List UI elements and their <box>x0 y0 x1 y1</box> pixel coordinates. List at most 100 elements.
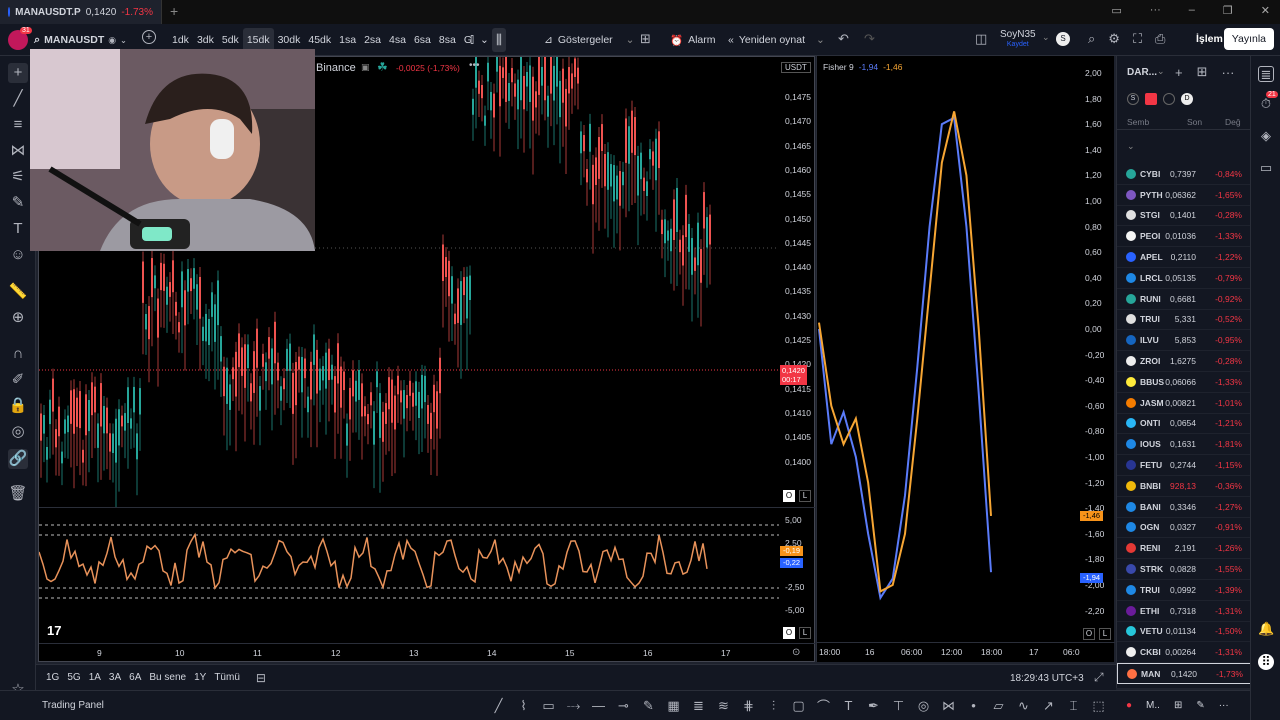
layout-icon[interactable]: ◫ <box>975 31 987 47</box>
pattern-icon[interactable]: ⋈ <box>8 141 28 161</box>
undo-icon[interactable]: ↶ <box>838 31 849 47</box>
add-symbol-icon[interactable]: + <box>142 30 156 44</box>
fisher-axis[interactable]: 2,00 1,80 1,60 1,40 1,20 1,00 0,80 0,60 0,40 0,20… <box>1077 56 1115 636</box>
chat-icon[interactable]: ▭ <box>1258 160 1274 176</box>
emoji-icon[interactable]: ☺ <box>8 245 28 265</box>
col-last[interactable]: Son <box>1187 117 1225 127</box>
interval-1sa[interactable]: 1sa <box>335 28 360 52</box>
watchlist-row[interactable]: ILVU 5,853 -0,95% <box>1117 330 1251 352</box>
col-symbol[interactable]: Semb <box>1127 117 1187 127</box>
line-icon[interactable]: ╱ <box>486 698 511 714</box>
watchlist-row[interactable]: RENI 2,191 -1,26% <box>1117 538 1251 560</box>
watchlist-row[interactable]: ONTI 0,0654 -1,21% <box>1117 414 1251 435</box>
note-icon[interactable]: ▭ <box>536 698 561 714</box>
magnet-icon[interactable]: ∩ <box>8 344 28 364</box>
watchlist-row[interactable]: FETU 0,2744 -1,15% <box>1117 455 1251 476</box>
more-icon[interactable]: ••• <box>469 60 480 71</box>
filter-dot-icon[interactable] <box>1163 93 1175 105</box>
time-axis[interactable]: 9 10 11 12 13 14 15 16 17 <box>39 643 815 661</box>
watchlist-row[interactable]: RUNI 0,6681 -0,92% <box>1117 289 1251 310</box>
add-icon[interactable]: + <box>1175 65 1183 80</box>
date-range-icon[interactable]: ⊟ <box>252 671 270 685</box>
range-Bu sene[interactable]: Bu sene <box>145 672 190 683</box>
brush-icon[interactable]: ✎ <box>636 698 661 714</box>
o-button[interactable]: O <box>783 627 795 639</box>
watchlist-row[interactable]: PYTH 0,06362 -1,65% <box>1117 185 1251 206</box>
price-axis[interactable]: 0,1475 0,1470 0,1465 0,1460 0,1455 0,1450 0,14… <box>779 57 815 507</box>
search-icon[interactable]: ⌕ <box>1088 31 1095 47</box>
text-icon[interactable]: T <box>836 698 861 713</box>
brush-icon[interactable]: ✎ <box>8 193 28 213</box>
indicators-button[interactable]: ⊿ Göstergeler ⌄ <box>540 28 638 52</box>
pitchfork-icon[interactable]: ⫶ <box>761 698 786 714</box>
section-chevron-icon[interactable]: ⌄ <box>1127 141 1135 152</box>
watchlist-row[interactable]: TRUI 0,0992 -1,39% <box>1117 580 1251 601</box>
watchlist-row[interactable]: OGN 0,0327 -0,91% <box>1117 518 1251 539</box>
watchlist-row[interactable]: BANI 0,3346 -1,27% <box>1117 497 1251 518</box>
ruler-icon[interactable]: ⌶ <box>1061 698 1086 714</box>
ray-icon[interactable]: ⤏ <box>561 698 586 714</box>
chevron-down-icon[interactable]: ⌄ <box>120 36 127 45</box>
measure-icon[interactable]: ⊤ <box>886 698 911 714</box>
o-button[interactable]: O <box>783 490 795 502</box>
minimize-icon[interactable]: – <box>1189 4 1195 17</box>
more-icon[interactable]: ··· <box>1222 65 1235 80</box>
interval-6sa[interactable]: 6sa <box>410 28 435 52</box>
col-change[interactable]: Değ <box>1225 117 1241 127</box>
layout-chevron-icon[interactable]: ⌄ <box>1042 32 1050 43</box>
fisher-chart-pane[interactable]: Fisher 9 -1,94 -1,46 2,00 1,80 1,60 1,40 1,2… <box>816 56 1115 662</box>
bar-style-icon[interactable]: ⫾ <box>470 31 474 47</box>
more-icon[interactable]: ··· <box>1150 4 1161 17</box>
lock-icon[interactable]: 🔒 <box>8 396 28 416</box>
arrow-icon[interactable]: ↗ <box>1036 698 1061 714</box>
hray-icon[interactable]: ⊸ <box>611 698 636 714</box>
watchlist-row[interactable]: CKBI 0,00264 -1,31% <box>1117 642 1251 664</box>
publish-button[interactable]: Yayınla <box>1223 28 1274 50</box>
expand-icon[interactable]: ⤢ <box>1094 670 1104 685</box>
rect-icon[interactable]: ▢ <box>786 698 811 714</box>
watchlist-row[interactable]: MAN 0,1420 -1,73% <box>1117 663 1251 684</box>
filter-d[interactable]: D <box>1181 93 1193 105</box>
keep-drawing-icon[interactable]: ✐ <box>8 370 28 390</box>
trade-button[interactable]: İşlem <box>1196 33 1223 45</box>
watchlist-row[interactable]: ETHI 0,7318 -1,31% <box>1117 601 1251 622</box>
layers-icon[interactable]: ◈ <box>1258 128 1274 144</box>
range-3A[interactable]: 3A <box>105 672 125 683</box>
watchlist-footer[interactable]: ● M.. ⊞ ✎ ··· <box>1126 700 1229 711</box>
interval-8sa[interactable]: 8sa <box>435 28 460 52</box>
window-controls[interactable]: ▭ ··· – ❐ ✕ <box>1111 4 1270 17</box>
range-5G[interactable]: 5G <box>63 672 84 683</box>
maximize-icon[interactable]: ❐ <box>1223 4 1233 17</box>
settings-icon[interactable]: ⚙ <box>1108 31 1120 47</box>
xabcd-icon[interactable]: ⋈ <box>936 698 961 714</box>
currency-selector[interactable]: USDT <box>781 62 811 73</box>
visibility-icon[interactable]: ◎ <box>8 422 28 442</box>
watchlist-row[interactable]: ZROI 1,6275 -0,28% <box>1117 351 1251 372</box>
pen-icon[interactable]: ✒ <box>861 698 886 714</box>
watchlist-row[interactable]: LRCL 0,05135 -0,79% <box>1117 268 1251 289</box>
watchlist-row[interactable]: STRK 0,0828 -1,55% <box>1117 559 1251 580</box>
settings-icon[interactable]: ⊙ <box>792 647 800 658</box>
alarm-button[interactable]: ⏰ Alarm <box>666 28 720 52</box>
zoom-icon[interactable]: ⊕ <box>8 308 28 328</box>
comment-icon[interactable]: ▱ <box>986 698 1011 714</box>
trash-icon[interactable]: 🗑 <box>8 484 28 504</box>
path-icon[interactable]: ⌇ <box>511 698 536 714</box>
close-icon[interactable]: ✕ <box>1261 4 1270 17</box>
redo-icon[interactable]: ↷ <box>864 31 875 47</box>
watchlist-row[interactable]: CYBI 0,7397 -0,84% <box>1117 164 1251 185</box>
edit-icon[interactable]: ✎ <box>1196 700 1204 711</box>
clock[interactable]: 18:29:43 UTC+3 <box>1006 673 1088 684</box>
new-tab-icon[interactable]: + <box>170 3 178 19</box>
pane-divider[interactable] <box>39 507 815 508</box>
log-button[interactable]: L <box>1099 628 1111 640</box>
templates-icon[interactable]: ⊞ <box>640 31 651 47</box>
range-Tümü[interactable]: Tümü <box>210 672 244 683</box>
fullscreen-icon[interactable]: ⛶ <box>1133 31 1142 47</box>
fib-icon[interactable]: ≡ <box>8 115 28 135</box>
filter-flag-icon[interactable] <box>1145 93 1157 105</box>
o-button[interactable]: O <box>1083 628 1095 640</box>
layout-name[interactable]: SoyN35 Kaydet <box>1000 30 1036 50</box>
grid-icon[interactable]: ▦ <box>661 698 686 714</box>
range-1Y[interactable]: 1Y <box>190 672 210 683</box>
